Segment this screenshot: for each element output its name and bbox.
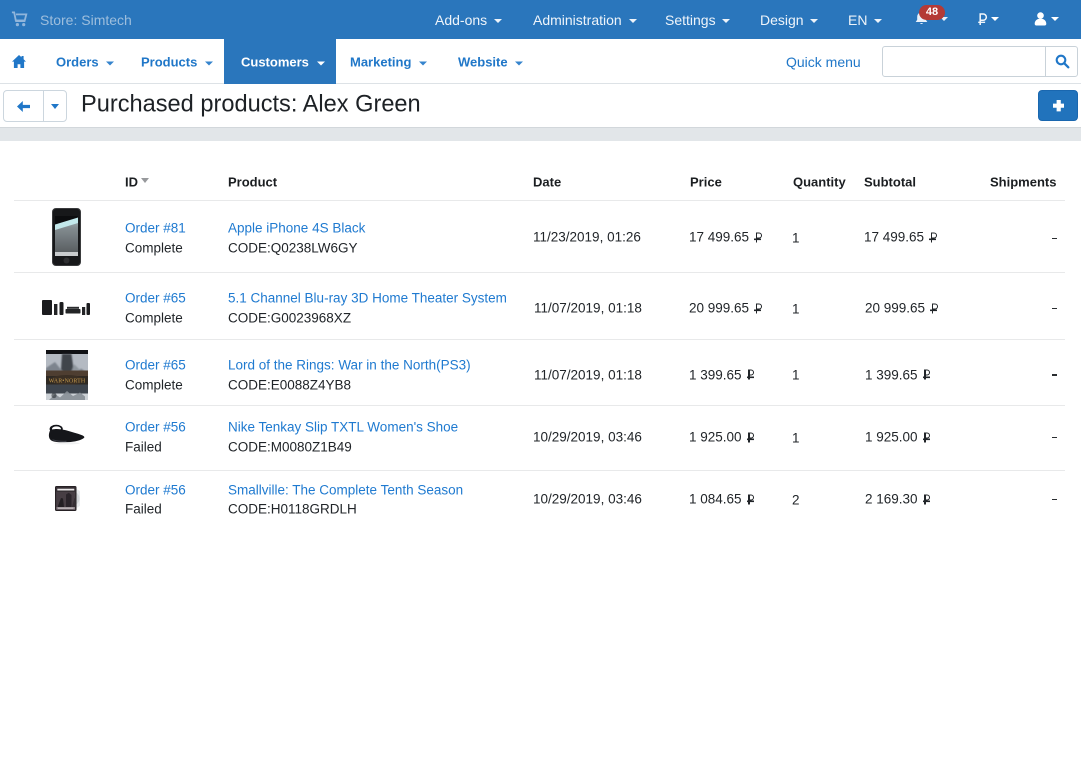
svg-text:WAR•NORTH: WAR•NORTH: [49, 378, 86, 384]
